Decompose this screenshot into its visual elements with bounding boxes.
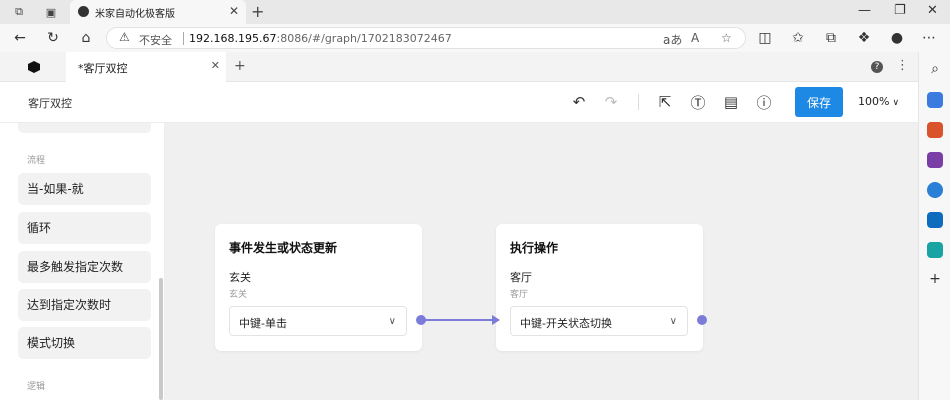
palette-item-partial[interactable]: ...	[18, 123, 151, 133]
favorites-bar-icon[interactable]: ✩	[789, 29, 807, 47]
output-port[interactable]	[697, 315, 707, 325]
browser-tab-title: 米家自动化极客版	[95, 9, 175, 20]
edge-arrow-icon	[492, 315, 500, 325]
more-options-icon[interactable]: ⋮	[896, 58, 909, 73]
edge-sidebar: ⌕ +	[918, 52, 950, 400]
help-icon[interactable]: ?	[871, 61, 883, 73]
shopping-icon[interactable]	[927, 92, 943, 108]
app-logo-icon	[28, 61, 40, 73]
palette-item[interactable]: 模式切换	[18, 327, 151, 359]
app-tab-row: *客厅双控 ✕ + ? ⋮	[0, 52, 918, 82]
office-icon[interactable]	[927, 182, 943, 198]
drop-icon[interactable]	[927, 242, 943, 258]
address-separator	[183, 32, 184, 45]
palette-item[interactable]: 达到指定次数时	[18, 289, 151, 321]
export-icon[interactable]: ⇱	[656, 93, 674, 111]
chevron-down-icon: ∨	[388, 316, 396, 327]
outlook-icon[interactable]	[927, 212, 943, 228]
palette-section-flow: 流程	[27, 156, 46, 166]
url-text[interactable]: 192.168.195.67:8086/#/graph/170218307246…	[189, 32, 452, 45]
palette-scrollbar[interactable]	[159, 278, 163, 400]
connection-edge[interactable]	[424, 319, 494, 321]
action-node[interactable]: 执行操作 客厅 客厅 中键-开关状态切换 ∨	[496, 224, 703, 351]
undo-icon[interactable]: ↶	[570, 93, 588, 111]
event-select[interactable]: 中键-单击 ∨	[229, 306, 407, 336]
extensions-icon[interactable]: ❖	[855, 29, 873, 47]
chevron-down-icon: ∨	[669, 316, 677, 327]
event-select-value: 中键-单击	[239, 317, 287, 330]
browser-tab[interactable]: 米家自动化极客版 ✕	[70, 0, 246, 24]
add-app-tab-icon[interactable]: +	[234, 58, 246, 74]
window-close-icon[interactable]: ✕	[927, 3, 938, 18]
tools-icon[interactable]	[927, 122, 943, 138]
graph-toolbar: 客厅双控 ↶ ↷ ⇱ Ⓣ ▤ ⓘ 保存 100% ∨	[0, 82, 918, 123]
url-path: :8086/#/graph/1702183072467	[276, 32, 452, 45]
games-icon[interactable]	[927, 152, 943, 168]
address-bar[interactable]: ⚠ 不安全 192.168.195.67:8086/#/graph/170218…	[106, 27, 746, 49]
redo-icon[interactable]: ↷	[602, 93, 620, 111]
palette-item[interactable]: 循环	[18, 212, 151, 244]
app-tab[interactable]: *客厅双控 ✕	[66, 52, 226, 82]
new-tab-icon[interactable]: +	[251, 2, 264, 21]
node-room: 客厅	[510, 290, 529, 300]
collections-icon[interactable]: ⧉	[822, 29, 840, 47]
toolbar-divider	[638, 94, 639, 110]
palette-section-logic: 逻辑	[27, 382, 46, 392]
info-icon[interactable]: ⓘ	[755, 93, 773, 112]
palette-item[interactable]: 当-如果-就	[18, 173, 151, 205]
close-app-tab-icon[interactable]: ✕	[211, 59, 220, 72]
node-title: 事件发生或状态更新	[229, 241, 338, 255]
read-aloud-icon[interactable]: A	[691, 31, 699, 45]
url-host: 192.168.195.67	[189, 32, 277, 45]
zoom-value: 100%	[858, 95, 890, 108]
back-icon[interactable]: ←	[11, 29, 29, 47]
text-icon[interactable]: Ⓣ	[689, 93, 707, 112]
node-title: 执行操作	[510, 241, 559, 255]
favorite-icon[interactable]: ☆	[721, 31, 732, 45]
event-node[interactable]: 事件发生或状态更新 玄关 玄关 中键-单击 ∨	[215, 224, 422, 351]
insecure-label[interactable]: 不安全	[139, 32, 172, 48]
profile-icon[interactable]: ●	[888, 29, 906, 47]
minimize-icon[interactable]: —	[858, 3, 871, 18]
restore-icon[interactable]: ❐	[894, 3, 906, 18]
translate-icon[interactable]: aあ	[663, 31, 682, 48]
action-select-value: 中键-开关状态切换	[520, 317, 612, 330]
node-palette: ... 流程 当-如果-就 循环 最多触发指定次数 达到指定次数时 模式切换 逻…	[0, 123, 165, 400]
node-device: 客厅	[510, 271, 532, 284]
browser-tab-strip: ⧉ ▣ 米家自动化极客版 ✕ + — ❐ ✕	[0, 0, 950, 24]
action-select[interactable]: 中键-开关状态切换 ∨	[510, 306, 688, 336]
warning-icon[interactable]: ⚠	[119, 30, 130, 44]
save-button[interactable]: 保存	[795, 87, 843, 117]
search-icon[interactable]: ⌕	[926, 60, 944, 78]
reload-icon[interactable]: ↻	[44, 29, 62, 47]
zoom-select[interactable]: 100% ∨	[858, 95, 899, 108]
workspaces-icon[interactable]: ⧉	[11, 4, 27, 20]
menu-icon[interactable]: ⋯	[920, 29, 938, 47]
split-screen-icon[interactable]: ◫	[756, 29, 774, 47]
graph-name: 客厅双控	[28, 97, 72, 110]
palette-item[interactable]: 最多触发指定次数	[18, 251, 151, 283]
browser-nav-bar: ← ↻ ⌂ ⚠ 不安全 192.168.195.67:8086/#/graph/…	[0, 24, 950, 52]
add-sidebar-app-icon[interactable]: +	[926, 270, 944, 288]
close-tab-icon[interactable]: ✕	[229, 4, 239, 18]
home-icon[interactable]: ⌂	[77, 29, 95, 47]
output-port[interactable]	[416, 315, 426, 325]
log-icon[interactable]: ▤	[722, 93, 740, 111]
site-favicon-icon	[78, 6, 89, 17]
node-room: 玄关	[229, 290, 248, 300]
app-tab-title: *客厅双控	[78, 62, 128, 75]
chevron-down-icon: ∨	[892, 98, 900, 108]
node-device: 玄关	[229, 271, 251, 284]
tab-actions-icon[interactable]: ▣	[43, 4, 59, 20]
